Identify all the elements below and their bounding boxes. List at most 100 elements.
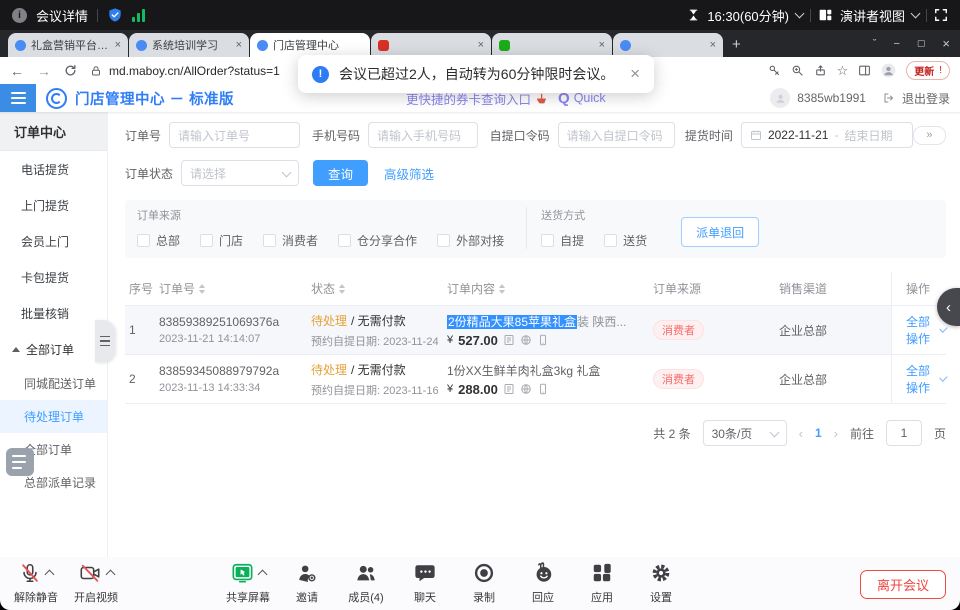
sidebar-item-door-pickup[interactable]: 上门提货 bbox=[0, 187, 107, 223]
checkbox-warehouse-share[interactable]: 仓分享合作 bbox=[338, 232, 417, 249]
tab-close-icon[interactable]: × bbox=[599, 39, 605, 51]
new-tab-button[interactable]: + bbox=[732, 36, 741, 53]
sort-icon[interactable] bbox=[499, 284, 505, 294]
window-minimize-icon[interactable]: − bbox=[893, 38, 899, 50]
url-text[interactable]: md.maboy.cn/AllOrder?status=1 bbox=[109, 64, 280, 78]
chevron-up-icon[interactable] bbox=[45, 570, 55, 580]
date-range-input[interactable]: 2022-11-21 - 结束日期 bbox=[741, 122, 913, 148]
current-page[interactable]: 1 bbox=[815, 426, 822, 440]
checkbox-delivery[interactable]: 送货 bbox=[604, 232, 647, 249]
settings-button[interactable]: 设置 bbox=[633, 562, 689, 605]
tab-close-icon[interactable]: × bbox=[710, 39, 716, 51]
logistics-globe-icon[interactable] bbox=[520, 383, 532, 395]
share-screen-button[interactable]: 共享屏幕 bbox=[220, 562, 276, 605]
pickup-code-input[interactable]: 请输入自提口令码 bbox=[558, 122, 675, 148]
dispatch-return-button[interactable]: 派单退回 bbox=[681, 217, 759, 247]
window-restore-icon[interactable]: ▢ bbox=[917, 38, 926, 49]
hamburger-menu-button[interactable] bbox=[0, 84, 36, 112]
browser-tab[interactable]: × bbox=[613, 33, 723, 57]
split-view-icon[interactable] bbox=[858, 64, 871, 77]
sidebar-item-city-delivery[interactable]: 同城配送订单 bbox=[0, 367, 107, 400]
browser-tab[interactable]: × bbox=[492, 33, 612, 57]
view-dropdown-icon[interactable] bbox=[911, 9, 921, 19]
apps-button[interactable]: 应用 bbox=[574, 562, 630, 605]
floating-list-button[interactable] bbox=[6, 448, 34, 476]
col-order-no[interactable]: 订单号 bbox=[159, 280, 311, 297]
browser-tab-active[interactable]: 门店管理中心 bbox=[250, 33, 370, 57]
actions-cell[interactable]: 全部操作 bbox=[891, 355, 946, 403]
phone-icon[interactable] bbox=[537, 383, 549, 395]
col-content[interactable]: 订单内容 bbox=[447, 280, 653, 297]
browser-tab[interactable]: 礼盒营销平台管理中心 × bbox=[8, 33, 128, 57]
window-close-icon[interactable]: × bbox=[942, 36, 950, 51]
checkbox-consumer[interactable]: 消费者 bbox=[263, 232, 318, 249]
chat-button[interactable]: 聊天 bbox=[397, 562, 453, 605]
meeting-info-icon[interactable]: i bbox=[12, 8, 27, 23]
toast-close-icon[interactable]: × bbox=[630, 64, 640, 84]
logistics-globe-icon[interactable] bbox=[520, 334, 532, 346]
network-signal-icon[interactable] bbox=[132, 9, 145, 22]
tab-close-icon[interactable]: × bbox=[236, 39, 242, 51]
sidebar-item-member-visit[interactable]: 会员上门 bbox=[0, 223, 107, 259]
checkbox-external[interactable]: 外部对接 bbox=[437, 232, 504, 249]
receipt-icon[interactable] bbox=[503, 383, 515, 395]
logout-link[interactable]: 退出登录 bbox=[902, 90, 950, 107]
share-icon[interactable] bbox=[814, 64, 827, 77]
sidebar-item-phone-pickup[interactable]: 电话提货 bbox=[0, 151, 107, 187]
invite-button[interactable]: 邀请 bbox=[279, 562, 335, 605]
sidebar-item-pending-orders[interactable]: 待处理订单 bbox=[0, 400, 107, 433]
sidebar-collapse-handle[interactable] bbox=[95, 320, 115, 362]
profile-avatar-icon[interactable] bbox=[881, 63, 896, 78]
receipt-icon[interactable] bbox=[503, 334, 515, 346]
sort-icon[interactable] bbox=[339, 284, 345, 294]
prev-page-button[interactable]: ‹ bbox=[799, 426, 803, 441]
reaction-button[interactable]: 回应 bbox=[515, 562, 571, 605]
meeting-detail-label[interactable]: 会议详情 bbox=[36, 6, 88, 25]
col-status[interactable]: 状态 bbox=[311, 280, 447, 297]
layout-view-icon[interactable] bbox=[818, 8, 833, 22]
phone-input[interactable]: 请输入手机号码 bbox=[368, 122, 478, 148]
tab-close-icon[interactable]: × bbox=[478, 39, 484, 51]
forward-icon[interactable]: → bbox=[37, 63, 51, 79]
all-actions-link[interactable]: 全部操作 bbox=[906, 362, 935, 396]
user-avatar[interactable] bbox=[770, 88, 790, 108]
checkbox-self-pickup[interactable]: 自提 bbox=[541, 232, 584, 249]
sidebar-group-all-orders[interactable]: 全部订单 bbox=[0, 331, 107, 367]
reload-icon[interactable] bbox=[64, 64, 77, 77]
next-page-button[interactable]: › bbox=[834, 426, 838, 441]
lock-icon[interactable] bbox=[90, 65, 102, 77]
table-row[interactable]: 1 83859389251069376a 2023-11-21 14:14:07… bbox=[125, 306, 946, 355]
collapse-filters-button[interactable]: » bbox=[913, 126, 946, 145]
chevron-up-icon[interactable] bbox=[106, 570, 116, 580]
view-mode-label[interactable]: 演讲者视图 bbox=[840, 6, 905, 25]
browser-tab[interactable]: 系统培训学习 × bbox=[129, 33, 249, 57]
goto-page-input[interactable]: 1 bbox=[886, 420, 922, 446]
fullscreen-icon[interactable] bbox=[934, 8, 948, 22]
security-shield-icon[interactable] bbox=[107, 7, 123, 23]
sidebar-item-batch-verify[interactable]: 批量核销 bbox=[0, 295, 107, 331]
sort-icon[interactable] bbox=[199, 284, 205, 294]
sidebar-item-card-pickup[interactable]: 卡包提货 bbox=[0, 259, 107, 295]
checkbox-hq[interactable]: 总部 bbox=[137, 232, 180, 249]
browser-update-chip[interactable]: 更新 ! bbox=[906, 61, 950, 80]
key-icon[interactable] bbox=[768, 64, 781, 77]
unmute-button[interactable]: 解除静音 bbox=[8, 562, 64, 605]
members-button[interactable]: 成员(4) bbox=[338, 562, 394, 605]
tab-close-icon[interactable]: × bbox=[115, 39, 121, 51]
checkbox-store[interactable]: 门店 bbox=[200, 232, 243, 249]
browser-tab[interactable]: × bbox=[371, 33, 491, 57]
table-row[interactable]: 2 83859345088979792a 2023-11-13 14:33:34… bbox=[125, 355, 946, 404]
page-size-select[interactable]: 30条/页 bbox=[703, 420, 787, 446]
window-menu-icon[interactable]: ˇ bbox=[873, 38, 877, 50]
zoom-icon[interactable] bbox=[791, 64, 804, 77]
order-id[interactable]: 83859345088979792a bbox=[159, 364, 303, 378]
record-button[interactable]: 录制 bbox=[456, 562, 512, 605]
all-actions-link[interactable]: 全部操作 bbox=[906, 313, 935, 347]
logout-icon[interactable] bbox=[883, 92, 895, 104]
timer-dropdown-icon[interactable] bbox=[795, 9, 805, 19]
leave-meeting-button[interactable]: 离开会议 bbox=[860, 570, 946, 599]
selected-text[interactable]: 2份精品大果85苹果礼盒 bbox=[447, 315, 577, 329]
phone-icon[interactable] bbox=[537, 334, 549, 346]
search-button[interactable]: 查询 bbox=[313, 160, 368, 186]
order-id[interactable]: 83859389251069376a bbox=[159, 315, 303, 329]
